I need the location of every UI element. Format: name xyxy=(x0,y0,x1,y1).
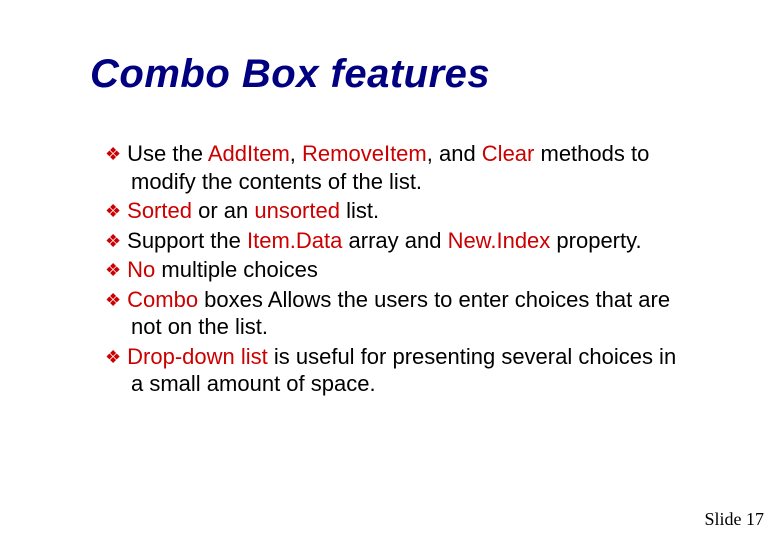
text-plain: boxes Allows the users to enter choices … xyxy=(131,287,670,340)
text-plain: array and xyxy=(342,228,447,253)
slide-number: Slide 17 xyxy=(704,509,764,530)
text-highlight: Combo xyxy=(127,287,198,312)
text-plain: , and xyxy=(427,141,482,166)
slide-title: Combo Box features xyxy=(90,52,490,97)
bullet-item: ❖Drop-down list is useful for presenting… xyxy=(105,343,685,398)
bullet-item: ❖ No multiple choices xyxy=(105,256,685,284)
diamond-bullet-icon: ❖ xyxy=(105,144,121,164)
slide-number-label: Slide xyxy=(704,509,741,529)
text-plain: list. xyxy=(340,198,379,223)
text-highlight: Item.Data xyxy=(247,228,342,253)
slide-body: ❖Use the AddItem, RemoveItem, and Clear … xyxy=(105,140,685,400)
text-plain: , xyxy=(290,141,302,166)
bullet-item: ❖ Sorted or an unsorted list. xyxy=(105,197,685,225)
text-highlight: RemoveItem xyxy=(302,141,427,166)
text-plain: Support the xyxy=(127,228,247,253)
diamond-bullet-icon: ❖ xyxy=(105,201,121,221)
text-highlight: Drop-down list xyxy=(127,344,268,369)
text-highlight: Sorted xyxy=(127,198,192,223)
text-highlight: No xyxy=(127,257,155,282)
text-highlight: New.Index xyxy=(448,228,551,253)
bullet-item: ❖Use the AddItem, RemoveItem, and Clear … xyxy=(105,140,685,195)
slide-number-value: 17 xyxy=(746,509,764,529)
text-plain: multiple choices xyxy=(155,257,318,282)
text-highlight: Clear xyxy=(482,141,535,166)
bullet-item: ❖ Support the Item.Data array and New.Ind… xyxy=(105,227,685,255)
text-highlight: AddItem xyxy=(208,141,290,166)
text-plain: property. xyxy=(550,228,641,253)
text-plain: or an xyxy=(192,198,254,223)
text-highlight: unsorted xyxy=(254,198,340,223)
diamond-bullet-icon: ❖ xyxy=(105,290,121,310)
bullet-item: ❖ Combo boxes Allows the users to enter c… xyxy=(105,286,685,341)
text-plain: Use the xyxy=(127,141,208,166)
diamond-bullet-icon: ❖ xyxy=(105,347,121,367)
diamond-bullet-icon: ❖ xyxy=(105,260,121,280)
diamond-bullet-icon: ❖ xyxy=(105,231,121,251)
slide: Combo Box features ❖ Use the AddItem, Rem… xyxy=(0,0,780,540)
